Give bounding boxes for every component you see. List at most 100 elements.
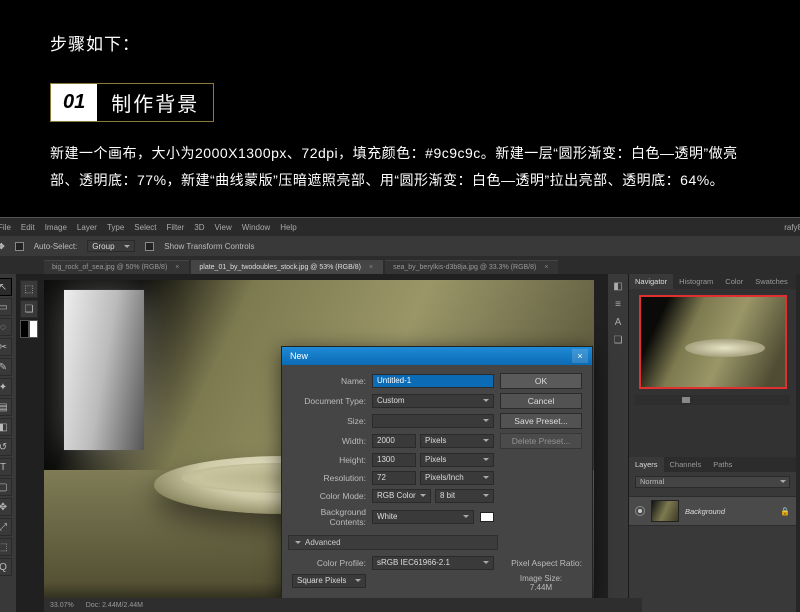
tool-icon[interactable]: ✎	[0, 358, 12, 376]
panel-tab[interactable]: Color	[719, 274, 749, 289]
save-preset-button[interactable]: Save Preset...	[500, 413, 582, 429]
resolution-input[interactable]: 72	[372, 471, 416, 485]
close-icon[interactable]: ×	[572, 349, 588, 363]
panel-tab[interactable]: Paths	[707, 457, 738, 472]
pixelaspect-dropdown[interactable]: Square Pixels	[292, 574, 366, 588]
height-unit-dropdown[interactable]: Pixels	[420, 453, 494, 467]
panel-icon[interactable]: A	[611, 316, 625, 330]
layer-row[interactable]: Background 🔒	[629, 496, 796, 526]
tool-icon[interactable]: ⤢	[0, 518, 12, 536]
menu-item[interactable]: Layer	[77, 223, 97, 232]
tool-icon[interactable]: ✥	[0, 498, 12, 516]
colorprofile-dropdown[interactable]: sRGB IEC61966-2.1	[372, 556, 494, 570]
panel-icon[interactable]: ≡	[611, 298, 625, 312]
menu-item[interactable]: View	[215, 223, 232, 232]
document-tabs: big_rock_of_sea.jpg @ 50% (RGB/8)×plate_…	[0, 256, 800, 274]
size-label: Size:	[292, 416, 366, 426]
colorprofile-label: Color Profile:	[292, 558, 366, 568]
dialog-title: New	[290, 351, 308, 361]
color-swatches[interactable]	[20, 320, 38, 338]
document-tab[interactable]: big_rock_of_sea.jpg @ 50% (RGB/8)×	[44, 260, 189, 274]
tool-icon[interactable]: ↖	[0, 278, 12, 296]
size-dropdown[interactable]	[372, 414, 494, 428]
menu-item[interactable]: Window	[242, 223, 270, 232]
panel-icon[interactable]: ◧	[611, 280, 625, 294]
tool-icon[interactable]: ▢	[0, 478, 12, 496]
show-transform-label: Show Transform Controls	[164, 242, 254, 251]
navigator-zoom-slider[interactable]	[635, 395, 790, 405]
toolbox-secondary: ⬚ ❏	[20, 280, 38, 338]
panel-icon[interactable]: ❏	[611, 334, 625, 348]
panel-tab[interactable]: Histogram	[673, 274, 719, 289]
close-icon[interactable]: ×	[175, 264, 179, 271]
navigator-panel-tabs: NavigatorHistogramColorSwatches	[629, 274, 796, 289]
doctype-dropdown[interactable]: Custom	[372, 394, 494, 408]
tool-icon[interactable]: ✦	[0, 378, 12, 396]
document-tab[interactable]: sea_by_berylkis-d3b8ja.jpg @ 33.3% (RGB/…	[385, 260, 558, 274]
bgcontents-label: Background Contents:	[292, 507, 366, 527]
tool-icon[interactable]: ◌	[0, 318, 12, 336]
tool-icon[interactable]: ▤	[0, 398, 12, 416]
tool-icon[interactable]: ⬚	[0, 538, 12, 556]
width-label: Width:	[292, 436, 366, 446]
width-input[interactable]: 2000	[372, 434, 416, 448]
tool-icon[interactable]: ✂	[0, 338, 12, 356]
name-input[interactable]: Untitled-1	[372, 374, 494, 388]
menu-item[interactable]: File	[0, 223, 11, 232]
tool-icon[interactable]: ◧	[0, 418, 12, 436]
layer-name[interactable]: Background	[685, 507, 725, 516]
status-bar: 33.07% Doc: 2.44M/2.44M	[44, 598, 642, 612]
close-icon[interactable]: ×	[369, 264, 373, 271]
menu-item[interactable]: 3D	[194, 223, 204, 232]
section-header: 01 制作背景	[50, 83, 214, 122]
colormode-label: Color Mode:	[292, 491, 366, 501]
close-icon[interactable]: ×	[544, 264, 548, 271]
dialog-titlebar[interactable]: New ×	[282, 347, 592, 365]
photoshop-window: File Edit Image Layer Type Select Filter 3D View…	[0, 217, 800, 612]
collapsed-panel-icons: ◧ ≡ A ❏	[608, 274, 628, 612]
width-unit-dropdown[interactable]: Pixels	[420, 434, 494, 448]
doctype-label: Document Type:	[292, 396, 366, 406]
section-description: 新建一个画布，大小为2000X1300px、72dpi，填充颜色：#9c9c9c…	[50, 140, 750, 193]
autoselect-target-dropdown[interactable]: Group	[87, 240, 135, 252]
tool-icon[interactable]: ▭	[0, 298, 12, 316]
layer-thumbnail[interactable]	[651, 500, 679, 522]
imagesize-label: Image Size:	[500, 574, 582, 583]
show-transform-checkbox[interactable]	[145, 242, 154, 251]
document-tab[interactable]: plate_01_by_twodoubles_stock.jpg @ 53% (…	[191, 260, 383, 274]
height-input[interactable]: 1300	[372, 453, 416, 467]
autoselect-checkbox[interactable]	[15, 242, 24, 251]
pixelaspect-label: Pixel Aspect Ratio:	[500, 558, 582, 568]
menu-item[interactable]: Help	[280, 223, 296, 232]
autoselect-label: Auto-Select:	[34, 242, 78, 251]
tool-icon[interactable]: ↺	[0, 438, 12, 456]
panel-tab[interactable]: Layers	[629, 457, 664, 472]
panel-tab[interactable]: Swatches	[749, 274, 794, 289]
delete-preset-button: Delete Preset...	[500, 433, 582, 449]
tool-icon[interactable]: ⬚	[20, 280, 38, 298]
colormode-dropdown[interactable]: RGB Color	[372, 489, 431, 503]
bgcontents-dropdown[interactable]: White	[372, 510, 474, 524]
tool-icon[interactable]: Q	[0, 558, 12, 576]
name-label: Name:	[292, 376, 366, 386]
resolution-label: Resolution:	[292, 473, 366, 483]
tool-icon[interactable]: ❏	[20, 300, 38, 318]
resolution-unit-dropdown[interactable]: Pixels/Inch	[420, 471, 494, 485]
navigator-thumbnail[interactable]	[639, 295, 787, 389]
bitdepth-dropdown[interactable]: 8 bit	[435, 489, 494, 503]
blendmode-dropdown[interactable]: Normal	[635, 476, 790, 488]
advanced-section-toggle[interactable]: Advanced	[288, 535, 498, 550]
ok-button[interactable]: OK	[500, 373, 582, 389]
menu-item[interactable]: Edit	[21, 223, 35, 232]
layer-visibility-icon[interactable]	[635, 506, 645, 516]
new-document-dialog: New × Name: Untitled-1 OK Document Type:…	[281, 346, 593, 605]
menu-item[interactable]: Image	[45, 223, 67, 232]
menu-item[interactable]: Type	[107, 223, 124, 232]
menu-item[interactable]: Filter	[167, 223, 185, 232]
panel-tab[interactable]: Channels	[664, 457, 708, 472]
panel-tab[interactable]: Navigator	[629, 274, 673, 289]
bgcolor-swatch[interactable]	[480, 512, 494, 522]
cancel-button[interactable]: Cancel	[500, 393, 582, 409]
tool-icon[interactable]: T	[0, 458, 12, 476]
menu-item[interactable]: Select	[134, 223, 156, 232]
